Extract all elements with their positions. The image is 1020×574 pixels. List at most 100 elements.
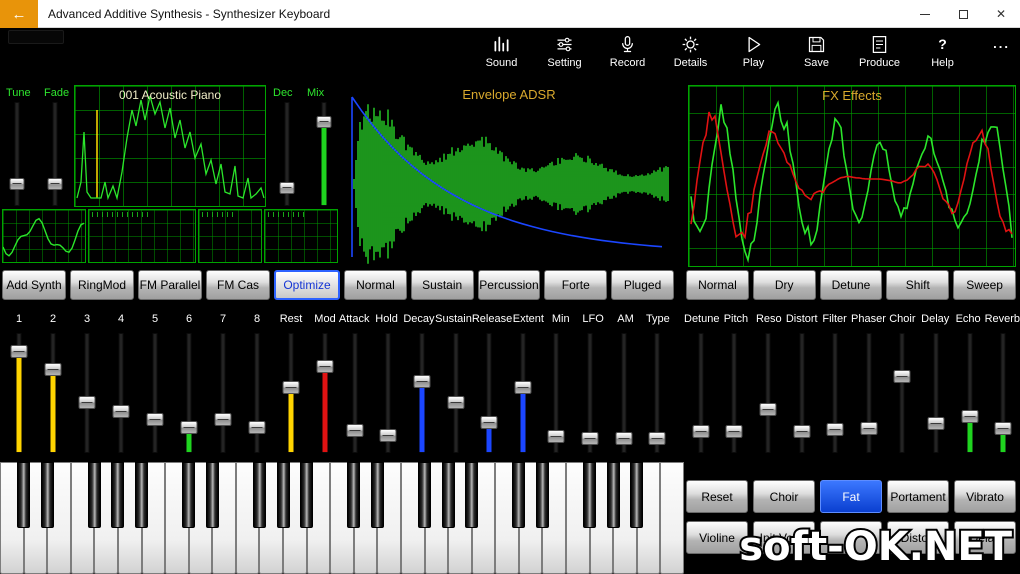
envelope-button-sustain[interactable]: Sustain [411,270,474,300]
menu-button[interactable] [8,30,64,44]
piano-black-key[interactable] [17,462,30,528]
synth-button-optimize[interactable]: Optimize [274,270,340,300]
synth-button-fm-cas[interactable]: FM Cas [206,270,270,300]
slider-handle[interactable] [581,432,598,445]
envelope-button-normal[interactable]: Normal [344,270,407,300]
slider-handle[interactable] [48,178,63,190]
piano-black-key[interactable] [300,462,313,528]
fade-slider[interactable] [46,101,64,207]
fx-button-normal[interactable]: Normal [686,270,749,300]
synth-button-add-synth[interactable]: Add Synth [2,270,66,300]
toolbar-sound-button[interactable]: Sound [470,34,533,69]
slider-handle[interactable] [759,403,776,416]
minimize-button[interactable] [906,0,944,28]
envelope-fader-min[interactable] [540,330,574,456]
synth-fader-5[interactable] [138,330,172,456]
slider-handle[interactable] [481,416,498,429]
slider-handle[interactable] [726,425,743,438]
piano-black-key[interactable] [41,462,54,528]
synth-fader-mod[interactable] [308,330,342,456]
envelope-button-percussion[interactable]: Percussion [478,270,541,300]
slider-handle[interactable] [45,363,62,376]
slider-handle[interactable] [283,381,300,394]
piano-black-key[interactable] [88,462,101,528]
slider-handle[interactable] [317,360,334,373]
fx-button-detune[interactable]: Detune [820,270,883,300]
slider-handle[interactable] [380,429,397,442]
envelope-fader-release[interactable] [472,330,506,456]
slider-handle[interactable] [961,410,978,423]
fx-fader-filter[interactable] [818,330,852,456]
envelope-fader-attack[interactable] [338,330,372,456]
synth-fader-6[interactable] [172,330,206,456]
slider-handle[interactable] [514,381,531,394]
preset-button-choir[interactable]: Choir [753,480,815,513]
piano-black-key[interactable] [182,462,195,528]
piano-black-key[interactable] [630,462,643,528]
slider-handle[interactable] [692,425,709,438]
synth-button-fm-parallel[interactable]: FM Parallel [138,270,202,300]
toolbar-save-button[interactable]: Save [785,34,848,69]
slider-handle[interactable] [181,421,198,434]
preset-button-reset[interactable]: Reset [686,480,748,513]
preset-button-fat[interactable]: Fat [820,480,882,513]
fx-fader-detune[interactable] [684,330,718,456]
maximize-button[interactable] [944,0,982,28]
piano-black-key[interactable] [536,462,549,528]
toolbar-produce-button[interactable]: Produce [848,34,911,69]
slider-handle[interactable] [11,345,28,358]
toolbar-help-button[interactable]: ?Help [911,34,974,69]
piano-black-key[interactable] [583,462,596,528]
envelope-fader-hold[interactable] [372,330,406,456]
slider-handle[interactable] [10,178,25,190]
piano-black-key[interactable] [607,462,620,528]
synth-button-ringmod[interactable]: RingMod [70,270,134,300]
mix-slider[interactable] [315,101,333,207]
piano-black-key[interactable] [418,462,431,528]
fx-fader-distort[interactable] [785,330,819,456]
piano-black-key[interactable] [465,462,478,528]
envelope-fader-decay[interactable] [405,330,439,456]
fx-button-sweep[interactable]: Sweep [953,270,1016,300]
fx-fader-pitch[interactable] [718,330,752,456]
fx-fader-phaser[interactable] [852,330,886,456]
slider-handle[interactable] [827,423,844,436]
more-button[interactable]: ... [993,36,1010,51]
slider-handle[interactable] [249,421,266,434]
preset-button-portament[interactable]: Portament [887,480,949,513]
piano-black-key[interactable] [111,462,124,528]
piano-black-key[interactable] [442,462,455,528]
piano-white-key[interactable] [660,462,684,574]
synth-fader-1[interactable] [2,330,36,456]
slider-handle[interactable] [215,413,232,426]
piano-black-key[interactable] [135,462,148,528]
slider-handle[interactable] [548,430,565,443]
fx-fader-reverb[interactable] [986,330,1020,456]
fx-fader-choir[interactable] [886,330,920,456]
piano-black-key[interactable] [253,462,266,528]
toolbar-details-button[interactable]: Details [659,34,722,69]
envelope-button-forte[interactable]: Forte [544,270,607,300]
piano-black-key[interactable] [512,462,525,528]
synth-fader-8[interactable] [240,330,274,456]
slider-handle[interactable] [113,405,130,418]
fx-button-dry[interactable]: Dry [753,270,816,300]
slider-handle[interactable] [995,422,1012,435]
piano-black-key[interactable] [206,462,219,528]
envelope-fader-am[interactable] [607,330,641,456]
fx-button-shift[interactable]: Shift [886,270,949,300]
slider-handle[interactable] [79,396,96,409]
slider-handle[interactable] [615,432,632,445]
slider-handle[interactable] [317,116,332,128]
synth-fader-4[interactable] [104,330,138,456]
slider-handle[interactable] [793,425,810,438]
dec-slider[interactable] [278,101,296,207]
slider-handle[interactable] [447,396,464,409]
slider-handle[interactable] [147,413,164,426]
slider-handle[interactable] [649,432,666,445]
toolbar-setting-button[interactable]: Setting [533,34,596,69]
slider-handle[interactable] [346,424,363,437]
fx-fader-echo[interactable] [953,330,987,456]
envelope-fader-lfo[interactable] [573,330,607,456]
synth-fader-rest[interactable] [274,330,308,456]
